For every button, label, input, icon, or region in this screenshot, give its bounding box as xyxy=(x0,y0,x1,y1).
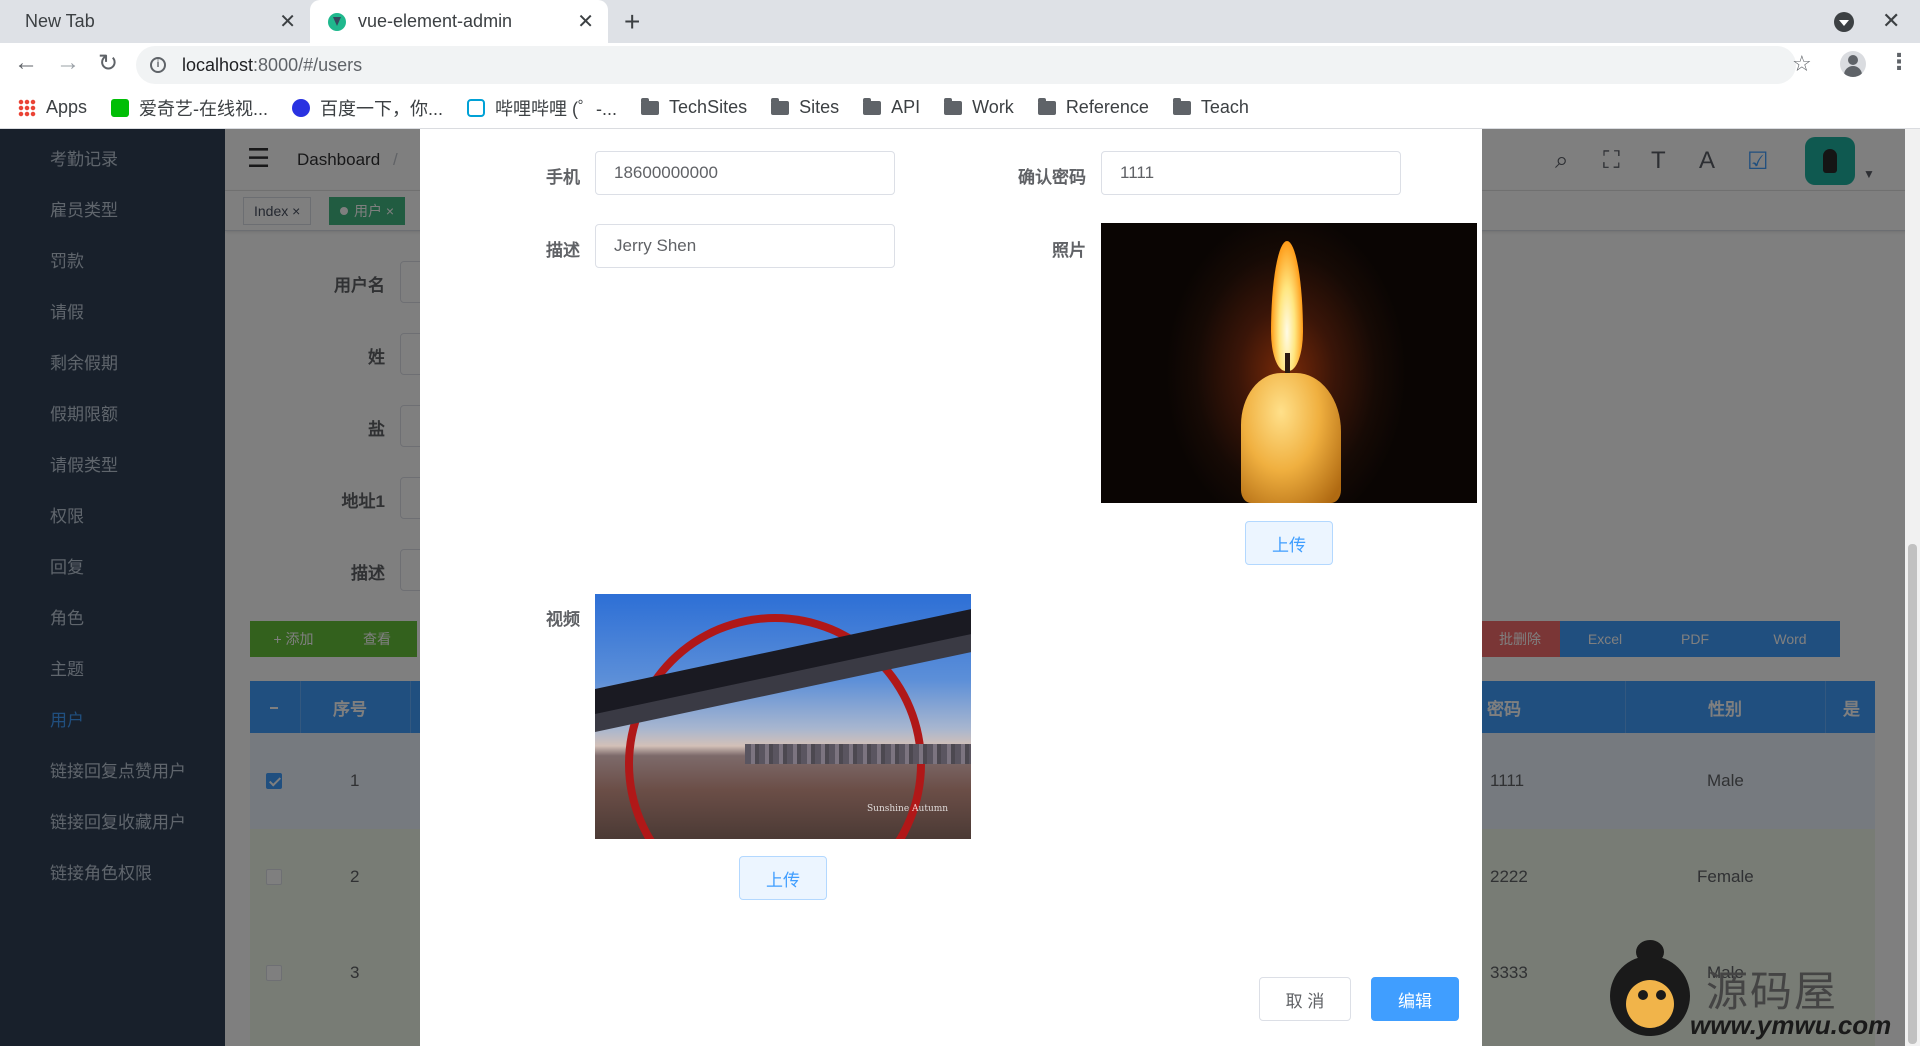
back-arrow-icon[interactable]: ← xyxy=(14,49,38,77)
bookmark-api[interactable]: API xyxy=(863,97,920,118)
url-path: :8000/#/users xyxy=(253,54,363,75)
video-label: 视频 xyxy=(546,610,580,629)
logo-part xyxy=(1626,980,1674,1028)
browser-menu-icon[interactable]: ⋮ xyxy=(1888,49,1910,75)
page-scrollbar-thumb[interactable] xyxy=(1908,544,1917,1044)
bilibili-tv-icon xyxy=(467,98,486,117)
bookmark-label: Work xyxy=(972,97,1014,117)
logo-part xyxy=(1638,990,1648,1000)
bookmark-label: Apps xyxy=(46,97,88,117)
apps-grid-icon xyxy=(18,98,36,117)
browser-tab-strip: New Tab ✕ vue-element-admin ✕ + ✕ xyxy=(0,0,1920,43)
bookmark-baidu[interactable]: 百度一下，你... xyxy=(292,95,443,121)
bookmark-reference[interactable]: Reference xyxy=(1037,97,1149,118)
address-bar[interactable]: i localhost:8000/#/users xyxy=(136,46,1796,84)
baidu-paw-icon xyxy=(292,98,311,117)
tab-vue-element-admin[interactable]: vue-element-admin ✕ xyxy=(310,0,608,43)
folder-icon xyxy=(1172,97,1191,115)
bookmark-techsites[interactable]: TechSites xyxy=(641,97,747,118)
bookmark-label: 百度一下，你... xyxy=(320,98,444,119)
tab-title: vue-element-admin xyxy=(358,11,513,31)
bookmark-bilibili[interactable]: 哔哩哔哩 (゜-... xyxy=(467,95,617,121)
tab-search-icon[interactable] xyxy=(1834,12,1854,32)
candle-wax xyxy=(1241,373,1341,503)
bookmark-label: 爱奇艺-在线视... xyxy=(139,98,269,119)
confirm-password-input[interactable] xyxy=(1101,151,1401,195)
url-host: localhost xyxy=(182,54,254,75)
description-input[interactable] xyxy=(595,224,895,268)
vue-logo-icon xyxy=(328,12,346,31)
folder-icon xyxy=(1037,97,1056,115)
candle-flame xyxy=(1271,241,1303,371)
bookmark-teach[interactable]: Teach xyxy=(1172,97,1249,118)
bookmark-sites[interactable]: Sites xyxy=(771,97,839,118)
confirm-password-label: 确认密码 xyxy=(1018,168,1086,187)
folder-icon xyxy=(944,97,963,115)
admin-app: 考勤记录 雇员类型 罚款 请假 剩余假期 假期限额 请假类型 权限 回复 角色 … xyxy=(0,129,1920,1046)
reload-icon[interactable]: ↻ xyxy=(98,49,118,78)
watermark-site-url: www.ymwu.com xyxy=(1690,1010,1892,1040)
city-skyline xyxy=(745,744,971,764)
video-caption: Sunshine Autumn xyxy=(867,804,949,814)
bookmark-label: Reference xyxy=(1065,97,1149,117)
phone-label: 手机 xyxy=(546,168,580,187)
logo-part xyxy=(1656,990,1666,1000)
phone-input[interactable] xyxy=(595,151,895,195)
bookmarks-bar: Apps 爱奇艺-在线视... 百度一下，你... 哔哩哔哩 (゜-... Te… xyxy=(0,87,1920,129)
folder-icon xyxy=(641,97,660,115)
description-label: 描述 xyxy=(546,241,580,260)
bookmark-apps[interactable]: Apps xyxy=(18,97,87,118)
bookmark-label: 哔哩哔哩 (゜-... xyxy=(495,98,618,119)
bookmark-star-icon[interactable]: ☆ xyxy=(1792,51,1812,77)
video-upload-button[interactable]: 上传 xyxy=(739,856,827,900)
photo-upload-button[interactable]: 上传 xyxy=(1245,521,1333,565)
site-info-icon[interactable]: i xyxy=(150,57,166,73)
bookmark-label: API xyxy=(891,97,921,117)
bookmark-iqiyi[interactable]: 爱奇艺-在线视... xyxy=(111,95,268,121)
iqiyi-icon xyxy=(111,98,130,117)
tab-title: New Tab xyxy=(25,11,95,31)
window-close-icon[interactable]: ✕ xyxy=(1882,8,1900,34)
photo-preview-candle xyxy=(1101,223,1477,503)
photo-label: 照片 xyxy=(1052,241,1086,260)
folder-icon xyxy=(863,97,882,115)
browser-toolbar: ← → ↻ i localhost:8000/#/users ☆ ⋮ xyxy=(0,43,1920,87)
forward-arrow-icon[interactable]: → xyxy=(56,49,80,77)
bookmark-work[interactable]: Work xyxy=(944,97,1014,118)
monkey-logo-icon xyxy=(1606,940,1694,1036)
video-preview-bridge[interactable]: Sunshine Autumn xyxy=(595,594,971,839)
bookmark-label: Sites xyxy=(799,97,840,117)
bookmark-label: TechSites xyxy=(669,97,748,117)
folder-icon xyxy=(771,97,790,115)
cancel-button[interactable]: 取 消 xyxy=(1259,977,1351,1021)
tab-new-tab[interactable]: New Tab ✕ xyxy=(0,0,310,43)
profile-avatar-icon[interactable] xyxy=(1840,51,1866,77)
bookmark-label: Teach xyxy=(1200,97,1249,117)
edit-user-dialog: 手机 确认密码 描述 照片 上传 视频 Sunshine Autumn 上传 取… xyxy=(420,129,1482,1046)
tab-close-icon[interactable]: ✕ xyxy=(279,9,296,34)
edit-button[interactable]: 编辑 xyxy=(1371,977,1459,1021)
new-tab-plus-icon[interactable]: + xyxy=(624,6,640,38)
tab-close-icon[interactable]: ✕ xyxy=(577,9,594,34)
